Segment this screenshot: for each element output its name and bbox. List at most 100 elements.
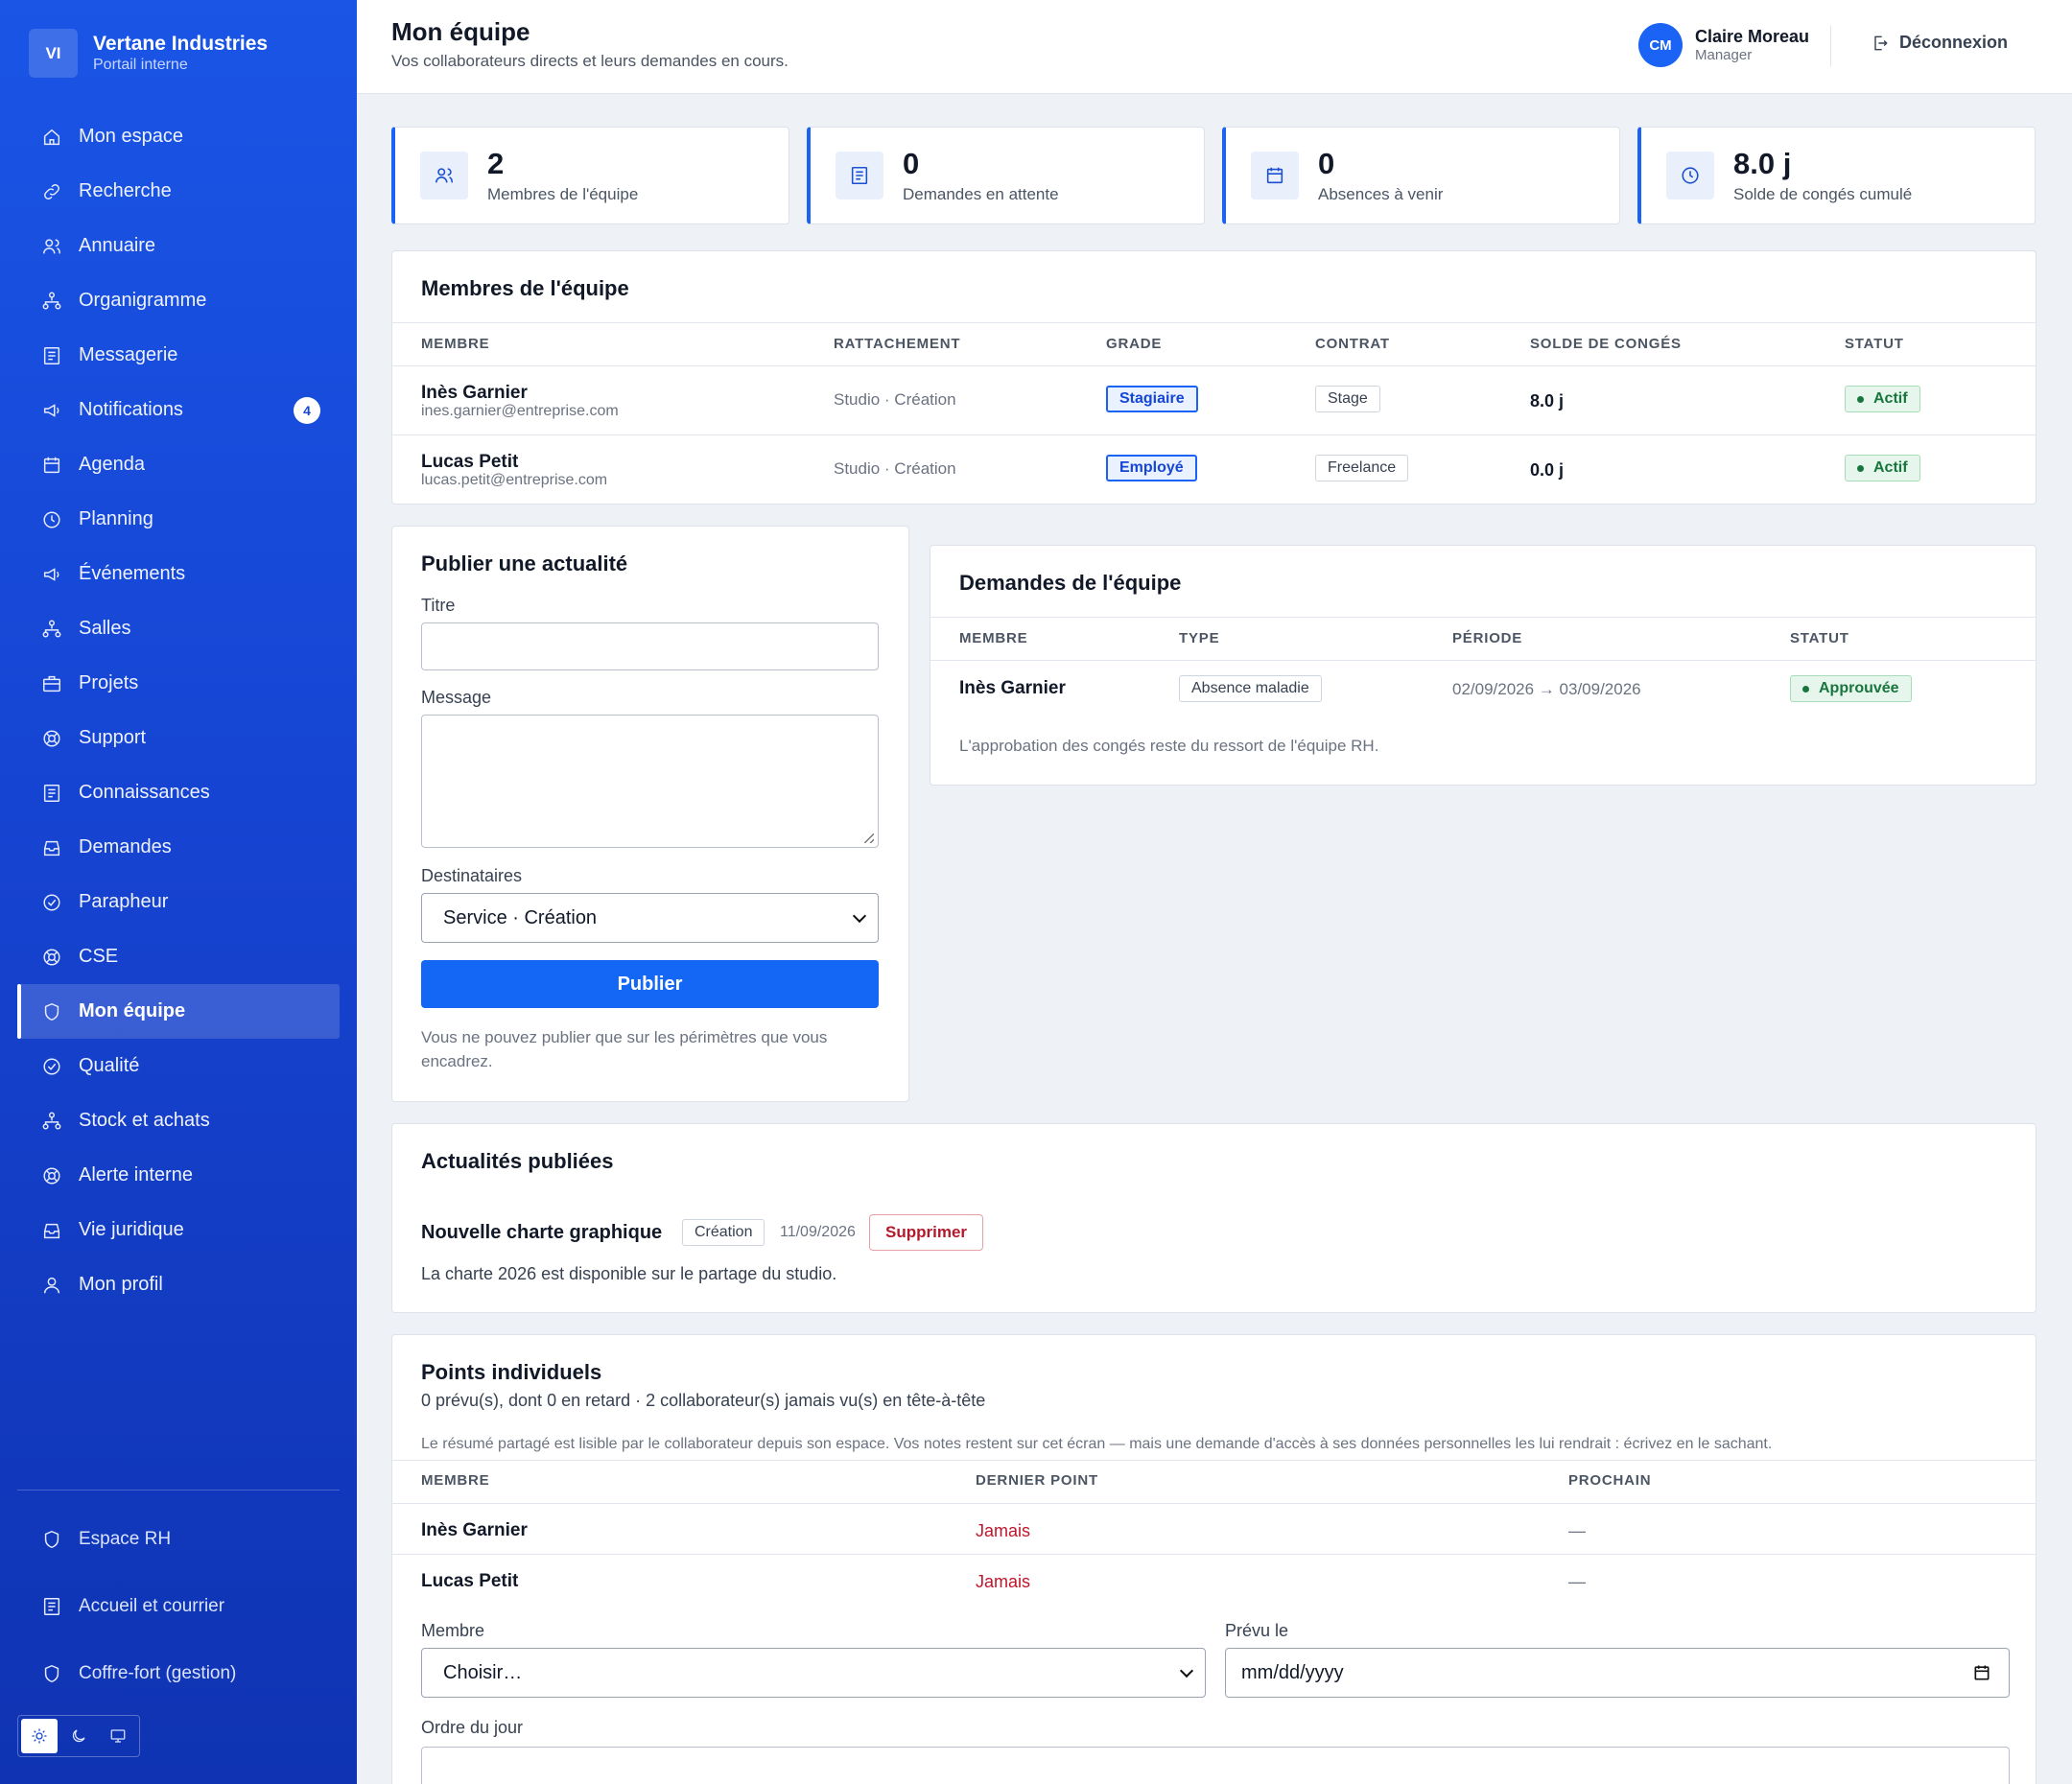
divider xyxy=(392,1503,2036,1504)
one-on-one-member: Lucas Petit xyxy=(421,1571,519,1591)
top-header: Mon équipe Vos collaborateurs directs et… xyxy=(357,0,2072,94)
users-icon xyxy=(420,152,468,200)
theme-light-button[interactable] xyxy=(21,1719,58,1753)
nav-item-label: Parapheur xyxy=(79,891,169,912)
member-select[interactable]: Choisir… xyxy=(421,1648,1206,1698)
sidebar-item-vie-juridique[interactable]: Vie juridique xyxy=(17,1203,340,1257)
column-header-period: Période xyxy=(1452,630,1523,646)
nav-item-label: Notifications xyxy=(79,399,183,420)
sidebar-item-stock-et-achats[interactable]: Stock et achats xyxy=(17,1093,340,1148)
sidebar-item-messagerie[interactable]: Messagerie xyxy=(17,328,340,383)
sidebar-item-espace-rh[interactable]: Espace RH xyxy=(17,1506,340,1573)
link-icon xyxy=(40,180,63,203)
sidebar-item-mon-equipe[interactable]: Mon équipe xyxy=(17,984,340,1039)
sidebar-item-organigramme[interactable]: Organigramme xyxy=(17,273,340,328)
sidebar-item-planning[interactable]: Planning xyxy=(17,492,340,547)
nav-item-label: Connaissances xyxy=(79,782,210,803)
nav-item-label: Annuaire xyxy=(79,235,156,256)
page-subtitle: Vos collaborateurs directs et leurs dema… xyxy=(391,52,789,70)
nav-item-label: Coffre-fort (gestion) xyxy=(79,1663,237,1683)
avatar: CM xyxy=(1638,23,1683,67)
stat-value: 0 xyxy=(1318,147,1335,180)
sidebar-item-recherche[interactable]: Recherche xyxy=(17,164,340,219)
user-menu[interactable]: CM Claire Moreau Manager xyxy=(1638,23,1809,67)
date-input[interactable]: mm/dd/yyyy xyxy=(1225,1648,2010,1698)
logout-button[interactable]: Déconnexion xyxy=(1871,33,2008,53)
document-icon xyxy=(40,1595,63,1618)
brand-name: Vertane Industries xyxy=(93,32,269,55)
theme-switcher xyxy=(17,1715,140,1757)
recipients-label: Destinataires xyxy=(421,866,523,885)
sidebar-item-qualite[interactable]: Qualité xyxy=(17,1039,340,1093)
document-icon xyxy=(836,152,883,200)
one-on-one-last: Jamais xyxy=(976,1572,1031,1591)
nav-item-label: Mon espace xyxy=(79,126,183,147)
sidebar-item-connaissances[interactable]: Connaissances xyxy=(17,765,340,820)
stat-value: 8.0 j xyxy=(1733,147,1792,180)
divider xyxy=(392,322,2036,323)
news-item-date: 11/09/2026 xyxy=(780,1224,856,1240)
sidebar-item-coffre-fort-gestion[interactable]: Coffre-fort (gestion) xyxy=(17,1640,340,1707)
column-header-grade: Grade xyxy=(1106,336,1163,352)
chevron-down-icon xyxy=(1179,1663,1194,1678)
title-label: Titre xyxy=(421,596,456,615)
user-icon xyxy=(40,1274,63,1297)
delete-news-button[interactable]: Supprimer xyxy=(869,1214,984,1251)
sidebar-item-evenements[interactable]: Événements xyxy=(17,547,340,601)
publish-button[interactable]: Publier xyxy=(421,960,879,1008)
sidebar-item-agenda[interactable]: Agenda xyxy=(17,437,340,492)
sidebar-item-mon-espace[interactable]: Mon espace xyxy=(17,109,340,164)
megaphone-icon xyxy=(40,399,63,422)
agenda-textarea[interactable] xyxy=(421,1747,2010,1784)
lifebuoy-icon xyxy=(40,1164,63,1187)
divider xyxy=(392,365,2036,366)
team-requests-title: Demandes de l'équipe xyxy=(959,571,1182,595)
column-header-type: Type xyxy=(1179,630,1220,646)
sidebar-item-demandes[interactable]: Demandes xyxy=(17,820,340,875)
megaphone-icon xyxy=(40,563,63,586)
stat-label: Demandes en attente xyxy=(903,185,1059,203)
sidebar-item-notifications[interactable]: Notifications 4 xyxy=(17,383,340,437)
sidebar-item-mon-profil[interactable]: Mon profil xyxy=(17,1257,340,1312)
news-item-body: La charte 2026 est disponible sur le par… xyxy=(421,1264,837,1283)
team-members-stat: 2 Membres de l'équipe xyxy=(391,127,789,224)
sidebar-item-cse[interactable]: CSE xyxy=(17,929,340,984)
status-badge: Actif xyxy=(1845,386,1920,412)
news-message-textarea[interactable] xyxy=(421,715,879,848)
sidebar-item-support[interactable]: Support xyxy=(17,711,340,765)
grade-badge: Employé xyxy=(1106,455,1197,481)
nav-item-label: Projets xyxy=(79,672,139,693)
clock-icon xyxy=(1666,152,1714,200)
message-label: Message xyxy=(421,688,492,707)
member-label: Membre xyxy=(421,1621,485,1640)
theme-system-button[interactable] xyxy=(100,1719,136,1753)
requests-note: L'approbation des congés reste du ressor… xyxy=(959,737,1379,755)
news-title-input[interactable] xyxy=(421,622,879,670)
document-icon xyxy=(40,344,63,367)
theme-dark-button[interactable] xyxy=(60,1719,97,1753)
brand[interactable]: VI Vertane Industries Portail interne xyxy=(29,29,268,78)
sidebar-item-annuaire[interactable]: Annuaire xyxy=(17,219,340,273)
shield-icon xyxy=(40,1528,63,1551)
resize-handle[interactable] xyxy=(864,833,874,843)
news-item-tag: Création xyxy=(682,1219,765,1246)
date-label: Prévu le xyxy=(1225,1621,1289,1640)
grade-badge: Stagiaire xyxy=(1106,386,1198,412)
sun-icon xyxy=(32,1728,47,1744)
calendar-icon xyxy=(40,454,63,477)
logout-icon xyxy=(1874,35,1888,50)
sidebar-item-salles[interactable]: Salles xyxy=(17,601,340,656)
users-icon xyxy=(40,235,63,258)
sidebar-item-accueil-et-courrier[interactable]: Accueil et courrier xyxy=(17,1573,340,1640)
leave-balance: 0.0 j xyxy=(1530,460,1565,480)
recipients-select[interactable]: Service · Création xyxy=(421,893,879,943)
org-chart-icon xyxy=(40,618,63,641)
sidebar-item-alerte-interne[interactable]: Alerte interne xyxy=(17,1148,340,1203)
calendar-icon[interactable] xyxy=(1972,1663,1991,1682)
sidebar-item-parapheur[interactable]: Parapheur xyxy=(17,875,340,929)
lifebuoy-icon xyxy=(40,727,63,750)
request-type-badge: Absence maladie xyxy=(1179,675,1322,702)
publish-news-card: Publier une actualité Titre Message Dest… xyxy=(391,526,909,1102)
monitor-icon xyxy=(110,1729,126,1743)
sidebar-item-projets[interactable]: Projets xyxy=(17,656,340,711)
